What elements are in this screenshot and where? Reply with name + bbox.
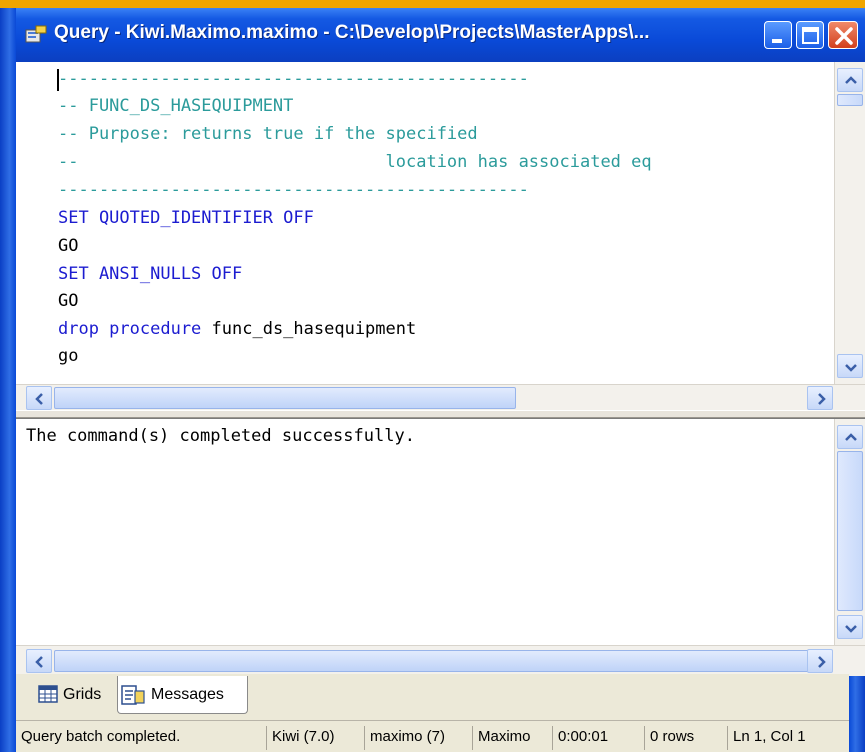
maximize-icon [802, 27, 819, 44]
close-button[interactable] [828, 21, 858, 49]
code-area[interactable]: ----------------------------------------… [16, 62, 834, 384]
window-title: Query - Kiwi.Maximo.maximo - C:\Develop\… [54, 22, 650, 43]
results-vertical-scroll-thumb[interactable] [837, 451, 863, 611]
close-icon [835, 27, 853, 45]
results-vertical-scrollbar[interactable] [834, 419, 865, 645]
code-line-11: go [58, 346, 79, 366]
results-scroll-left-button[interactable] [26, 649, 52, 673]
results-scroll-right-button[interactable] [807, 649, 833, 673]
grid-icon [38, 685, 58, 703]
tab-grids-label: Grids [63, 686, 102, 703]
minimize-icon [772, 39, 782, 43]
chevron-right-icon [818, 656, 826, 668]
tab-messages-label: Messages [151, 686, 224, 703]
editor-horizontal-scrollbar[interactable] [16, 384, 865, 411]
chevron-left-icon [35, 656, 43, 668]
result-message: The command(s) completed successfully. [26, 426, 415, 446]
desktop-bezel-top [0, 0, 865, 8]
results-tab-bar: Grids Messages [16, 674, 849, 720]
tab-grids[interactable]: Grids [24, 676, 120, 714]
editor-scroll-left-button[interactable] [26, 386, 52, 410]
results-scroll-down-button[interactable] [837, 615, 863, 639]
chevron-right-icon [818, 393, 826, 405]
code-line-5: ----------------------------------------… [58, 180, 529, 200]
editor-scroll-right-button[interactable] [807, 386, 833, 410]
status-message: Query batch completed. [21, 728, 181, 745]
code-line-8: SET ANSI_NULLS OFF [58, 264, 243, 284]
window-border-left [0, 8, 16, 752]
chevron-down-icon [845, 625, 857, 633]
query-app-icon [25, 25, 47, 43]
minimize-button[interactable] [764, 21, 792, 49]
code-keyword: drop procedure [58, 319, 212, 339]
status-elapsed-time: 0:00:01 [552, 726, 644, 750]
results-pane[interactable]: The command(s) completed successfully. [16, 418, 865, 676]
chevron-up-icon [845, 76, 857, 84]
status-server: Kiwi (7.0) [266, 726, 364, 750]
code-line-3: -- Purpose: returns true if the specifie… [58, 124, 478, 144]
maximize-button[interactable] [796, 21, 824, 49]
code-line-6: SET QUOTED_IDENTIFIER OFF [58, 208, 314, 228]
title-bar[interactable]: Query - Kiwi.Maximo.maximo - C:\Develop\… [16, 8, 865, 62]
query-window: Query - Kiwi.Maximo.maximo - C:\Develop\… [0, 0, 865, 752]
query-editor[interactable]: ----------------------------------------… [16, 62, 865, 411]
status-row-count: 0 rows [644, 726, 727, 750]
tab-messages[interactable]: Messages [117, 676, 248, 714]
pane-splitter[interactable] [16, 410, 865, 418]
results-scroll-up-button[interactable] [837, 425, 863, 449]
editor-scroll-up-button[interactable] [837, 68, 863, 92]
editor-scroll-down-button[interactable] [837, 354, 863, 378]
code-line-9: GO [58, 291, 79, 311]
chevron-left-icon [35, 393, 43, 405]
status-cursor-position: Ln 1, Col 1 [727, 726, 849, 750]
code-line-1: ----------------------------------------… [58, 69, 529, 89]
status-bar: Query batch completed. Kiwi (7.0) maximo… [16, 720, 849, 752]
code-line-7: GO [58, 236, 79, 256]
messages-icon [121, 685, 145, 705]
code-line-4: -- location has associated eq [58, 152, 652, 172]
status-user: maximo (7) [364, 726, 472, 750]
results-horizontal-scrollbar[interactable] [16, 645, 865, 676]
editor-vertical-scrollbar[interactable] [834, 62, 865, 384]
code-identifier: func_ds_hasequipment [211, 319, 417, 339]
editor-vertical-scroll-thumb[interactable] [837, 94, 863, 106]
code-line-10: drop procedure func_ds_hasequipment [58, 316, 416, 342]
status-database: Maximo [472, 726, 552, 750]
results-horizontal-scroll-thumb[interactable] [54, 650, 812, 672]
chevron-up-icon [845, 433, 857, 441]
chevron-down-icon [845, 364, 857, 372]
code-line-2: -- FUNC_DS_HASEQUIPMENT [58, 96, 294, 116]
editor-horizontal-scroll-thumb[interactable] [54, 387, 516, 409]
